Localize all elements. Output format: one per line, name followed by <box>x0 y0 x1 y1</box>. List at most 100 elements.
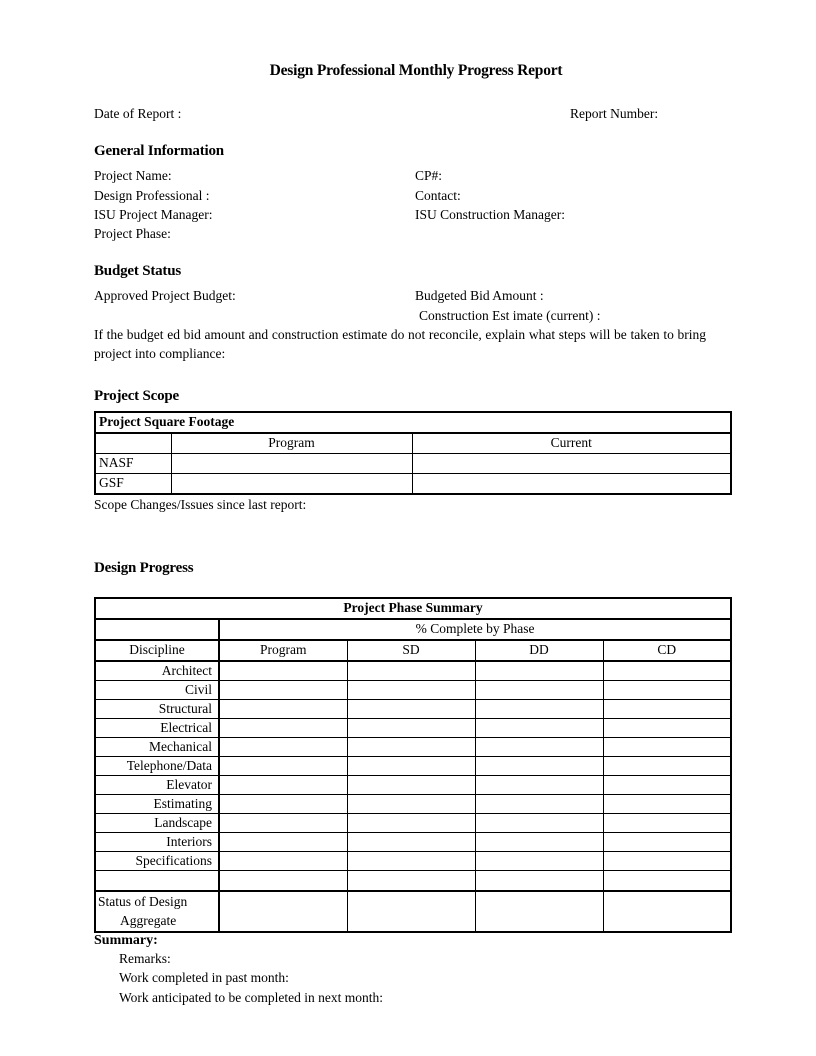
table-row: Interiors <box>94 831 732 852</box>
phase-cell-electrical-dd[interactable] <box>474 717 604 738</box>
phase-cell-status-sd[interactable] <box>346 889 476 933</box>
general-info-blank <box>415 224 728 243</box>
document-body: Design Professional Monthly Progress Rep… <box>94 62 733 1007</box>
phase-spacer-cd[interactable] <box>602 869 732 892</box>
project-phase-label: Project Phase: <box>94 226 171 242</box>
date-of-report-label: Date of Report : <box>94 106 182 121</box>
phase-cell-elevator-program[interactable] <box>218 774 348 795</box>
phase-cell-electrical-program[interactable] <box>218 717 348 738</box>
table-row: Mechanical <box>94 736 732 757</box>
phase-cell-interiors-cd[interactable] <box>602 831 732 852</box>
table-row-header: Discipline Program SD DD CD <box>94 639 732 662</box>
phase-cell-architect-dd[interactable] <box>474 660 604 681</box>
phase-cell-architect-sd[interactable] <box>346 660 476 681</box>
phase-cell-estimating-program[interactable] <box>218 793 348 814</box>
phase-cell-landscape-sd[interactable] <box>346 812 476 833</box>
phase-cell-interiors-dd[interactable] <box>474 831 604 852</box>
phase-cell-telephone-data-program[interactable] <box>218 755 348 776</box>
table-row-status-of-design: Status of Design Aggregate <box>94 889 732 933</box>
phase-cell-interiors-program[interactable] <box>218 831 348 852</box>
phase-row-label-interiors: Interiors <box>94 831 220 852</box>
cp-number-label: CP#: <box>415 168 443 184</box>
phase-cell-interiors-sd[interactable] <box>346 831 476 852</box>
phase-cell-structural-sd[interactable] <box>346 698 476 719</box>
phase-row-label-landscape: Landscape <box>94 812 220 833</box>
scope-cell-nasf-program[interactable] <box>170 452 413 474</box>
phase-cell-status-cd[interactable] <box>602 889 732 933</box>
design-professional-label: Design Professional : <box>94 187 210 203</box>
phase-cell-status-program[interactable] <box>218 889 348 933</box>
phase-cell-civil-sd[interactable] <box>346 679 476 700</box>
phase-cell-specifications-program[interactable] <box>218 850 348 871</box>
phase-cell-elevator-dd[interactable] <box>474 774 604 795</box>
section-heading-general-information: General Information <box>94 143 224 160</box>
table-row: Structural <box>94 698 732 719</box>
scope-cell-nasf-current[interactable] <box>411 452 732 474</box>
table-row-spacer <box>94 869 732 892</box>
phase-cell-telephone-data-cd[interactable] <box>602 755 732 776</box>
phase-cell-telephone-data-sd[interactable] <box>346 755 476 776</box>
table-row-group-header: % Complete by Phase <box>94 618 732 641</box>
phase-row-label-elevator: Elevator <box>94 774 220 795</box>
page-title: Design Professional Monthly Progress Rep… <box>269 62 563 79</box>
phase-row-label-mechanical: Mechanical <box>94 736 220 757</box>
phase-cell-elevator-sd[interactable] <box>346 774 476 795</box>
scope-col-program: Program <box>170 432 413 454</box>
isu-project-manager-label: ISU Project Manager: <box>94 206 213 222</box>
phase-cell-electrical-sd[interactable] <box>346 717 476 738</box>
table-row: Architect <box>94 660 732 681</box>
scope-col-current: Current <box>411 432 732 454</box>
phase-cell-civil-dd[interactable] <box>474 679 604 700</box>
phase-row-label-electrical: Electrical <box>94 717 220 738</box>
scope-cell-gsf-program[interactable] <box>170 472 413 495</box>
phase-cell-telephone-data-dd[interactable] <box>474 755 604 776</box>
phase-cell-structural-program[interactable] <box>218 698 348 719</box>
phase-spacer-sd[interactable] <box>346 869 476 892</box>
table-row: Electrical <box>94 717 732 738</box>
table-row-title: Project Phase Summary <box>94 597 732 620</box>
phase-cell-structural-cd[interactable] <box>602 698 732 719</box>
phase-cell-civil-program[interactable] <box>218 679 348 700</box>
section-heading-design-progress: Design Progress <box>94 559 194 576</box>
phase-cell-civil-cd[interactable] <box>602 679 732 700</box>
phase-col-cd: CD <box>602 639 732 662</box>
phase-row-label-structural: Structural <box>94 698 220 719</box>
section-heading-budget-status: Budget Status <box>94 263 182 280</box>
phase-cell-estimating-sd[interactable] <box>346 793 476 814</box>
construction-estimate-label: Construction Est imate (current) : <box>419 307 601 323</box>
phase-cell-mechanical-dd[interactable] <box>474 736 604 757</box>
report-meta-row: Date of Report : Report Number: <box>94 104 728 123</box>
project-square-footage-table: Project Square Footage Program Current N… <box>94 410 733 495</box>
phase-cell-estimating-cd[interactable] <box>602 793 732 814</box>
phase-cell-architect-program[interactable] <box>218 660 348 681</box>
phase-cell-status-dd[interactable] <box>474 889 604 933</box>
phase-col-sd: SD <box>346 639 476 662</box>
phase-cell-structural-dd[interactable] <box>474 698 604 719</box>
table-row: Telephone/Data <box>94 755 732 776</box>
phase-cell-landscape-dd[interactable] <box>474 812 604 833</box>
phase-cell-landscape-cd[interactable] <box>602 812 732 833</box>
phase-spacer-dd[interactable] <box>474 869 604 892</box>
table-row: Elevator <box>94 774 732 795</box>
phase-cell-mechanical-cd[interactable] <box>602 736 732 757</box>
phase-cell-architect-cd[interactable] <box>602 660 732 681</box>
phase-spacer-program[interactable] <box>218 869 348 892</box>
budget-row-2: Construction Est imate (current) : <box>94 306 728 325</box>
phase-cell-electrical-cd[interactable] <box>602 717 732 738</box>
scope-changes-label: Scope Changes/Issues since last report: <box>94 496 307 512</box>
phase-spacer-label <box>94 869 220 892</box>
scope-cell-gsf-current[interactable] <box>411 472 732 495</box>
phase-cell-elevator-cd[interactable] <box>602 774 732 795</box>
budgeted-bid-amount-label: Budgeted Bid Amount : <box>415 288 544 304</box>
phase-cell-mechanical-sd[interactable] <box>346 736 476 757</box>
phase-cell-specifications-sd[interactable] <box>346 850 476 871</box>
phase-cell-mechanical-program[interactable] <box>218 736 348 757</box>
phase-col-discipline: Discipline <box>94 639 220 662</box>
phase-col-dd: DD <box>474 639 604 662</box>
table-row-header: Program Current <box>94 432 732 454</box>
phase-cell-landscape-program[interactable] <box>218 812 348 833</box>
phase-cell-specifications-dd[interactable] <box>474 850 604 871</box>
phase-cell-estimating-dd[interactable] <box>474 793 604 814</box>
phase-row-label-civil: Civil <box>94 679 220 700</box>
phase-cell-specifications-cd[interactable] <box>602 850 732 871</box>
